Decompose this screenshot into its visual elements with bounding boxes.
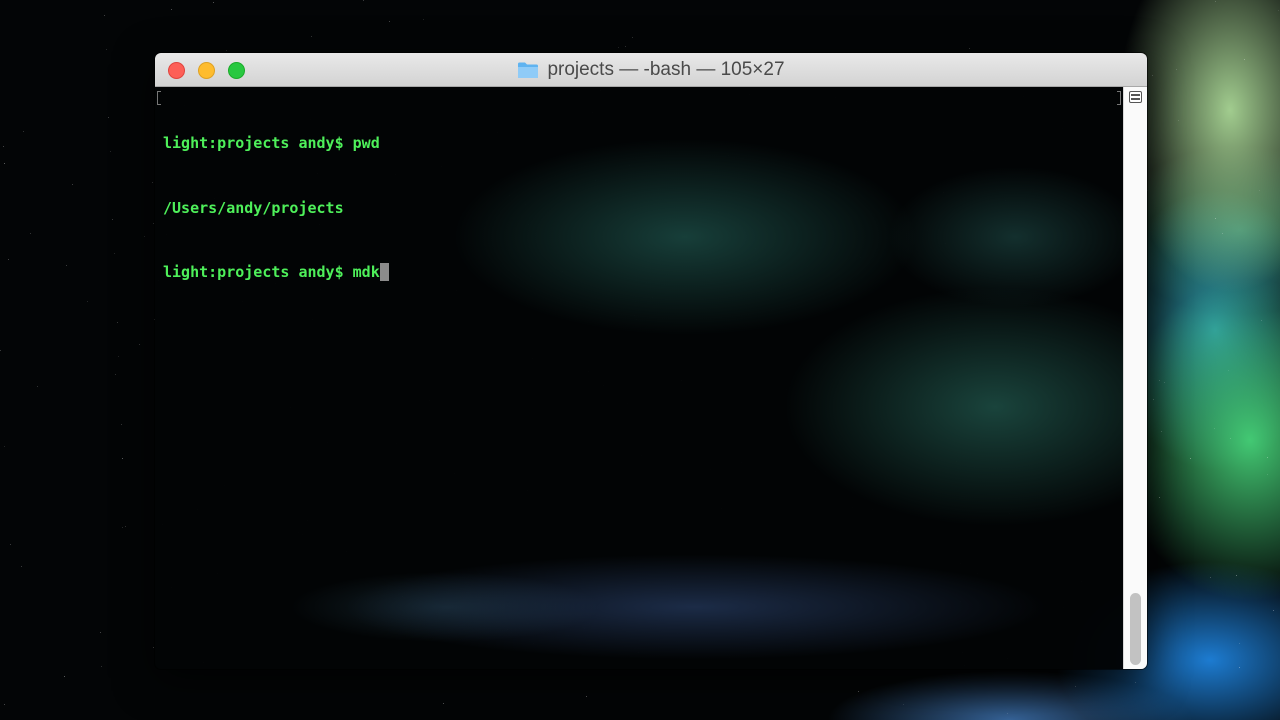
star-speck xyxy=(903,704,904,705)
star-speck xyxy=(153,223,154,224)
star-speck xyxy=(858,691,859,692)
star-speck xyxy=(110,151,111,152)
star-speck xyxy=(311,36,312,37)
star-speck xyxy=(1153,399,1154,400)
star-speck xyxy=(171,9,172,10)
star-speck xyxy=(1161,431,1162,432)
star-speck xyxy=(1210,577,1211,578)
star-speck xyxy=(969,48,970,49)
star-speck xyxy=(1190,458,1191,459)
title-bar[interactable]: projects — -bash — 105×27 xyxy=(155,53,1147,87)
star-speck xyxy=(101,666,102,667)
star-speck xyxy=(122,458,123,459)
star-speck xyxy=(153,647,154,648)
star-speck xyxy=(4,163,5,164)
star-speck xyxy=(1278,10,1279,11)
star-speck xyxy=(213,2,214,3)
star-speck xyxy=(72,184,73,185)
star-speck xyxy=(423,19,424,20)
star-speck xyxy=(21,566,22,567)
star-speck xyxy=(618,47,619,48)
star-speck xyxy=(1135,682,1136,683)
star-speck xyxy=(108,117,109,118)
terminal-lines: light:projects andy$ pwd /Users/andy/pro… xyxy=(163,90,389,327)
star-speck xyxy=(1214,428,1215,429)
scroll-thumb[interactable] xyxy=(1130,593,1141,665)
star-speck xyxy=(106,49,107,50)
text-cursor xyxy=(379,263,389,281)
star-speck xyxy=(443,703,444,704)
star-speck xyxy=(1178,120,1179,121)
star-speck xyxy=(121,424,122,425)
star-speck xyxy=(114,253,115,254)
right-bracket-marker xyxy=(1117,91,1121,105)
terminal-line: /Users/andy/projects xyxy=(163,198,344,217)
star-speck xyxy=(64,676,65,677)
star-speck xyxy=(3,146,4,147)
left-bracket-marker xyxy=(157,91,161,105)
star-speck xyxy=(625,46,626,47)
star-speck xyxy=(1267,457,1268,458)
star-speck xyxy=(1075,686,1076,687)
star-speck xyxy=(1176,69,1177,70)
star-speck xyxy=(632,37,633,38)
star-speck xyxy=(37,386,38,387)
terminal-line-input: light:projects andy$ mdk xyxy=(163,263,380,281)
star-speck xyxy=(389,21,390,22)
star-speck xyxy=(1261,320,1262,321)
terminal-line-current[interactable]: light:projects andy$ mdk xyxy=(163,262,389,284)
star-speck xyxy=(1215,218,1216,219)
star-speck xyxy=(115,374,116,375)
star-speck xyxy=(4,446,5,447)
star-speck xyxy=(0,350,1,351)
star-speck xyxy=(1236,575,1237,576)
star-speck xyxy=(1147,190,1148,191)
star-speck xyxy=(125,526,126,527)
star-speck xyxy=(23,131,24,132)
star-speck xyxy=(112,219,113,220)
terminal-line: light:projects andy$ pwd xyxy=(163,134,380,152)
title-group: projects — -bash — 105×27 xyxy=(155,53,1147,87)
star-speck xyxy=(1230,438,1231,439)
star-speck xyxy=(1259,190,1260,191)
star-speck xyxy=(66,265,67,266)
star-speck xyxy=(1164,382,1165,383)
star-speck xyxy=(1152,75,1153,76)
star-speck xyxy=(1239,667,1240,668)
star-speck xyxy=(8,259,9,260)
folder-icon xyxy=(518,62,539,78)
star-speck xyxy=(122,527,123,528)
star-speck xyxy=(363,0,364,1)
star-speck xyxy=(30,233,31,234)
star-speck xyxy=(1228,370,1229,371)
star-speck xyxy=(118,356,119,357)
star-speck xyxy=(1159,497,1160,498)
star-speck xyxy=(586,696,587,697)
star-speck xyxy=(1239,643,1240,644)
star-speck xyxy=(104,15,105,16)
terminal-window: projects — -bash — 105×27 light:projects… xyxy=(155,53,1147,669)
star-speck xyxy=(1007,713,1008,714)
star-speck xyxy=(226,50,227,51)
star-speck xyxy=(1273,610,1274,611)
star-speck xyxy=(139,344,140,345)
split-pane-icon[interactable] xyxy=(1129,91,1142,103)
terminal-output[interactable]: light:projects andy$ pwd /Users/andy/pro… xyxy=(155,87,1123,669)
star-speck xyxy=(1267,474,1268,475)
scrollbar[interactable] xyxy=(1123,87,1147,669)
star-speck xyxy=(1244,59,1245,60)
window-title: projects — -bash — 105×27 xyxy=(547,59,785,80)
star-speck xyxy=(1215,1,1216,2)
star-speck xyxy=(1159,380,1160,381)
star-speck xyxy=(100,632,101,633)
star-speck xyxy=(87,301,88,302)
star-speck xyxy=(152,182,153,183)
star-speck xyxy=(144,236,145,237)
star-speck xyxy=(117,322,118,323)
star-speck xyxy=(10,544,11,545)
star-speck xyxy=(4,704,5,705)
star-speck xyxy=(1222,233,1223,234)
